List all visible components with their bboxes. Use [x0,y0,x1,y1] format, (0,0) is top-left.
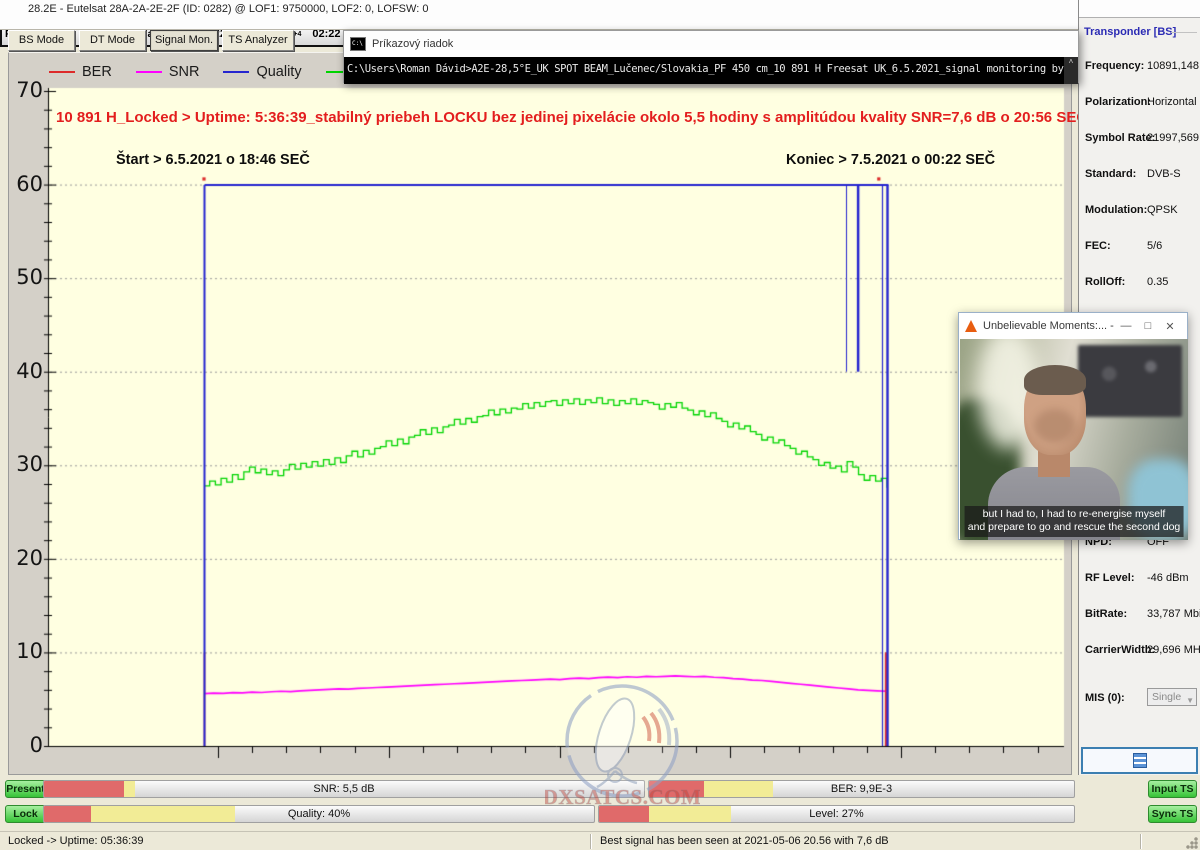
vlc-title: Unbelievable Moments:... - VLC... [983,320,1115,332]
sidebar-field-value: 29,696 MHz [1147,644,1200,656]
legend-item-snr: SNR [136,64,200,80]
quality-meter-label: Quality: 40% [44,806,594,823]
command-prompt-window[interactable]: C:\ Príkazový riadok C:\Users\Roman Dávi… [343,30,1079,83]
vlc-video-frame[interactable]: but I had to, I had to re-energise mysel… [960,339,1188,540]
cmd-scrollbar[interactable]: ˄ [1064,57,1078,84]
cmd-titlebar[interactable]: C:\ Príkazový riadok [344,31,1078,57]
vlc-titlebar[interactable]: Unbelievable Moments:... - VLC... — □ ✕ [959,313,1187,339]
subtitle-line: and prepare to go and rescue the second … [967,521,1182,535]
sidebar-field-value: 10891,148 MHz [1147,60,1200,72]
cmd-title: Príkazový riadok [372,38,453,50]
status-best-signal: Best signal has been seen at 2021-05-06 … [600,835,889,847]
sidebar-field-label: BitRate: [1085,608,1127,620]
chart-end-label: Koniec > 7.5.2021 o 00:22 SEČ [786,152,995,168]
close-button[interactable]: ✕ [1159,320,1181,333]
sidebar-field-value: 21997,569 KS/s [1147,132,1200,144]
man-hair [1024,365,1086,395]
chart-headline: 10 891 H_Locked > Uptime: 5:36:39_stabil… [56,109,1087,126]
sidebar-field-label: Frequency: [1085,60,1144,72]
window-title: 28.2E - Eutelsat 28A-2A-2E-2F (ID: 0282)… [28,3,428,15]
sidebar-field-value: 5/6 [1147,240,1162,252]
background-picture-frame [1078,345,1182,417]
level-meter: Level: 27% [598,805,1075,823]
log-button[interactable] [1081,747,1198,774]
status-separator [1140,834,1142,849]
y-axis-tick-label: 40 [9,359,43,383]
sidebar-field-label: Standard: [1085,168,1136,180]
snr-meter-label: SNR: 5,5 dB [44,781,644,798]
tab-bs-mode[interactable]: BS Mode [8,30,75,51]
legend-swatch [223,71,249,73]
quality-meter: Quality: 40% [43,805,595,823]
sidebar-field-label: Polarization: [1085,96,1151,108]
console-icon: C:\ [350,37,366,51]
lock-indicator[interactable]: Lock [5,805,46,823]
legend-label: SNR [169,64,200,80]
minimize-button[interactable]: — [1115,320,1137,332]
resize-grip[interactable] [1186,837,1198,849]
y-axis-tick-label: 20 [9,546,43,570]
signal-meters-panel: Present Lock SNR: 5,5 dB BER: 9,9E-3 Qua… [0,775,1200,831]
level-meter-label: Level: 27% [599,806,1074,823]
sync-ts-button[interactable]: Sync TS [1148,805,1197,823]
window-titlebar: 28.2E - Eutelsat 28A-2A-2E-2F (ID: 0282)… [0,0,1200,30]
face-shading [1034,409,1076,443]
maximize-button[interactable]: □ [1137,320,1159,332]
status-bar: Locked -> Uptime: 05:36:39 Best signal h… [0,831,1200,850]
y-axis-tick-label: 0 [9,733,43,757]
snr-meter: SNR: 5,5 dB [43,780,645,798]
tab-signal-mon[interactable]: Signal Mon. [150,30,218,51]
legend-swatch [49,71,75,73]
legend-label: BER [82,64,112,80]
tab-ts-analyzer[interactable]: TS Analyzer (OK) [222,30,294,51]
vlc-cone-icon [965,320,977,332]
sidebar-top-strip [1079,0,1200,18]
y-axis-tick-label: 50 [9,265,43,289]
mis-dropdown[interactable]: Single ▼ [1147,688,1197,706]
subtitle-line: but I had to, I had to re-energise mysel… [967,508,1182,522]
scroll-up-arrow[interactable]: ˄ [1069,57,1074,66]
chevron-down-icon: ▼ [1186,693,1194,709]
mis-value: Single [1152,691,1181,703]
sidebar-field-label: CarrierWidth: [1085,644,1155,656]
transponder-group-title: Transponder [BS] [1084,26,1176,38]
sidebar-field-value: -46 dBm [1147,572,1189,584]
mis-label: MIS (0): [1085,692,1125,704]
ber-meter: BER: 9,9E-3 [648,780,1075,798]
sidebar-field-label: FEC: [1085,240,1111,252]
legend-label: Quality [256,64,301,80]
log-list-icon [1133,753,1147,768]
cmd-output-line: C:\Users\Roman Dávid>A2E-28,5°E_UK SPOT … [344,57,1078,84]
sidebar-field-value: Horizontal [1147,96,1197,108]
groupbox-line [1171,32,1197,33]
sidebar-field-value: 0.35 [1147,276,1168,288]
y-axis-tick-label: 10 [9,639,43,663]
status-separator [590,834,592,849]
legend-swatch [136,71,162,73]
y-axis-tick-label: 60 [9,172,43,196]
vlc-window[interactable]: Unbelievable Moments:... - VLC... — □ ✕ … [958,312,1188,540]
present-indicator[interactable]: Present [5,780,46,798]
legend-item-quality: Quality [223,64,301,80]
y-axis-tick-label: 30 [9,452,43,476]
tab-dt-mode[interactable]: DT Mode [79,30,146,51]
sidebar-field-value: 33,787 Mbit/s [1147,608,1200,620]
sidebar-field-value: QPSK [1147,204,1178,216]
chart-legend: BERSNRQualityLevel [49,64,393,80]
legend-item-ber: BER [49,64,112,80]
signal-chart-panel: BERSNRQualityLevel 706050403020100 10 89… [8,52,1072,775]
sidebar-field-label: RF Level: [1085,572,1135,584]
chart-start-label: Štart > 6.5.2021 o 18:46 SEČ [116,152,310,168]
status-lock-uptime: Locked -> Uptime: 05:36:39 [8,835,143,847]
sidebar-field-value: DVB-S [1147,168,1181,180]
ber-meter-label: BER: 9,9E-3 [649,781,1074,798]
sidebar-field-label: RollOff: [1085,276,1125,288]
input-ts-button[interactable]: Input TS [1148,780,1197,798]
sidebar-field-label: Modulation: [1085,204,1147,216]
y-axis-tick-label: 70 [9,78,43,102]
video-subtitles: but I had to, I had to re-energise mysel… [965,506,1184,537]
sidebar-field-label: Symbol Rate: [1085,132,1155,144]
